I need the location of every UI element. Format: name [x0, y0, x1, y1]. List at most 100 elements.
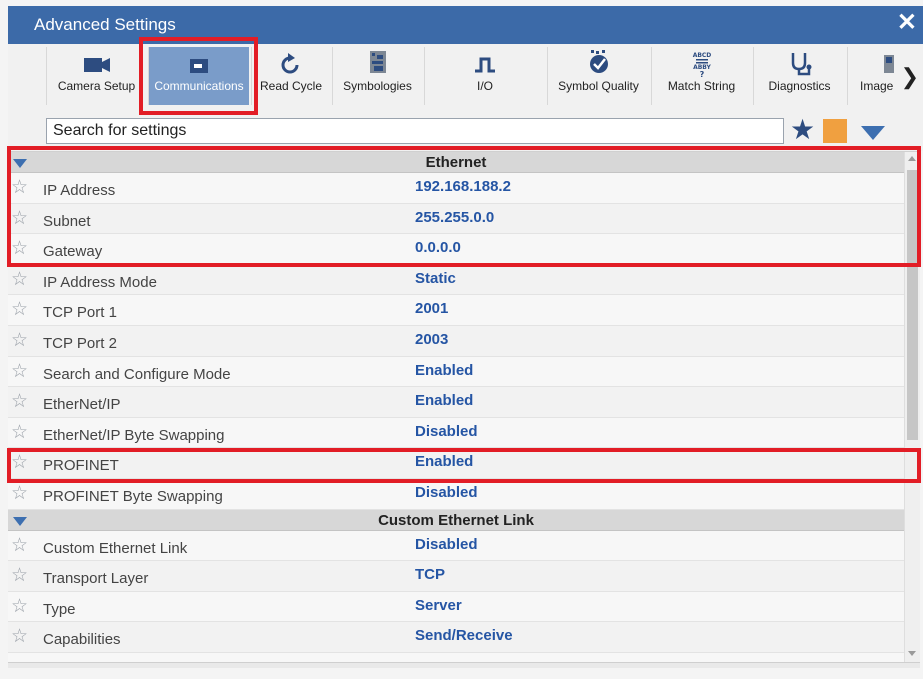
setting-row: ☆ Gateway 0.0.0.0: [8, 234, 920, 265]
chevron-right-icon[interactable]: ❯: [901, 64, 919, 90]
setting-name: Custom Ethernet Link: [43, 539, 188, 557]
setting-row: ☆ EtherNet/IP Byte Swapping Disabled: [8, 417, 920, 449]
star-outline-icon[interactable]: ☆: [11, 597, 28, 616]
star-icon[interactable]: ★: [790, 115, 815, 145]
scroll-up-arrow-icon[interactable]: [908, 156, 916, 161]
setting-value[interactable]: 2001: [415, 300, 448, 317]
setting-name: PROFINET Byte Swapping: [43, 487, 223, 505]
setting-row: ☆ Type Server: [8, 591, 920, 623]
window-title: Advanced Settings: [34, 15, 176, 34]
tab-label: Diagnostics: [768, 79, 831, 93]
setting-value[interactable]: 2003: [415, 331, 448, 348]
setting-row: ☆ Subnet 255.255.0.0: [8, 203, 920, 235]
tab-symbologies[interactable]: Symbologies: [332, 47, 422, 105]
setting-row: ☆ Search and Configure Mode Enabled: [8, 356, 920, 388]
setting-value[interactable]: Server: [415, 597, 462, 614]
setting-name: PROFINET: [43, 457, 119, 475]
star-outline-icon[interactable]: ☆: [11, 392, 28, 411]
setting-row: ☆ PROFINET Enabled: [8, 448, 920, 479]
tab-match-string[interactable]: ABCD ABBY ? Match String: [651, 47, 751, 105]
tab-symbol-quality[interactable]: Symbol Quality: [547, 47, 649, 105]
stethoscope-icon: [754, 47, 845, 79]
star-outline-icon[interactable]: ☆: [11, 362, 28, 381]
window-bottom-edge: [8, 662, 920, 668]
tab-label: Symbologies: [343, 79, 412, 93]
symbol-quality-icon: [548, 47, 649, 79]
setting-value[interactable]: Send/Receive: [415, 627, 513, 644]
setting-value[interactable]: Enabled: [415, 362, 473, 379]
setting-row: ☆ TCP Port 1 2001: [8, 295, 920, 326]
setting-value[interactable]: Disabled: [415, 536, 478, 553]
tab-camera-setup[interactable]: Camera Setup: [46, 47, 146, 105]
tab-image[interactable]: Image: [847, 47, 899, 105]
setting-row: ☆ Custom Ethernet Link Disabled: [8, 530, 920, 562]
match-string-icon: ABCD ABBY ?: [652, 47, 751, 79]
symbologies-icon: [333, 47, 422, 79]
setting-value[interactable]: TCP: [415, 566, 445, 583]
svg-text:ABCD: ABCD: [692, 52, 711, 59]
star-outline-icon[interactable]: ☆: [11, 453, 28, 472]
star-outline-icon[interactable]: ☆: [11, 270, 28, 289]
tab-label: Match String: [667, 79, 736, 93]
camera-icon: [47, 47, 146, 79]
setting-value[interactable]: Enabled: [415, 392, 473, 409]
svg-text:?: ?: [699, 70, 704, 79]
star-outline-icon[interactable]: ☆: [11, 300, 28, 319]
scrollbar-thumb[interactable]: [907, 170, 918, 440]
star-outline-icon[interactable]: ☆: [11, 209, 28, 228]
setting-row: ☆ EtherNet/IP Enabled: [8, 387, 920, 418]
orange-square-button[interactable]: [823, 119, 847, 143]
setting-name: Capabilities: [43, 631, 121, 649]
custom-ethernet-rows: ☆ Custom Ethernet Link Disabled ☆ Transport…: [8, 530, 920, 653]
setting-row: ☆ TCP Port 2 2003: [8, 325, 920, 357]
setting-name: IP Address: [43, 182, 116, 199]
star-outline-icon[interactable]: ☆: [11, 239, 28, 258]
section-header-ethernet[interactable]: Ethernet: [8, 152, 920, 173]
title-bar: Advanced Settings ✕: [8, 6, 923, 44]
close-icon[interactable]: ✕: [897, 11, 917, 35]
star-outline-icon[interactable]: ☆: [11, 484, 28, 503]
setting-value[interactable]: 192.168.188.2: [415, 178, 511, 195]
star-outline-icon[interactable]: ☆: [11, 566, 28, 585]
communications-icon: [149, 47, 249, 79]
setting-value[interactable]: Disabled: [415, 423, 478, 440]
setting-value[interactable]: Static: [415, 270, 456, 287]
read-cycle-icon: [252, 47, 330, 79]
scroll-down-arrow-icon[interactable]: [908, 651, 916, 656]
search-input[interactable]: [46, 118, 784, 144]
tab-communications[interactable]: Communications: [148, 47, 249, 105]
star-outline-icon[interactable]: ☆: [11, 627, 28, 646]
settings-grid: Ethernet ☆ IP Address 192.168.188.2 ☆ Subne…: [8, 151, 920, 662]
star-outline-icon[interactable]: ☆: [11, 423, 28, 442]
setting-value[interactable]: Enabled: [415, 453, 473, 470]
section-header-custom-ethernet-link[interactable]: Custom Ethernet Link: [8, 509, 920, 531]
tab-label: Read Cycle: [259, 79, 323, 93]
star-outline-icon[interactable]: ☆: [11, 178, 28, 197]
setting-name: TCP Port 2: [43, 334, 117, 352]
setting-row: ☆ Capabilities Send/Receive: [8, 622, 920, 653]
tab-io[interactable]: I/O: [424, 47, 545, 105]
setting-value[interactable]: 255.255.0.0: [415, 209, 494, 226]
tab-label: Camera Setup: [57, 79, 136, 93]
setting-name: Transport Layer: [43, 570, 149, 588]
setting-name: Search and Configure Mode: [43, 365, 231, 383]
section-title: Custom Ethernet Link: [378, 511, 534, 529]
star-outline-icon[interactable]: ☆: [11, 536, 28, 555]
setting-name: Gateway: [43, 243, 103, 261]
setting-name: IP Address Mode: [43, 273, 157, 291]
setting-value[interactable]: 0.0.0.0: [415, 239, 461, 256]
advanced-settings-window: Advanced Settings ✕ Camera Setup Communi…: [0, 0, 923, 679]
setting-value[interactable]: Disabled: [415, 484, 478, 501]
search-bar: ★: [8, 111, 923, 151]
setting-name: Subnet: [43, 212, 91, 230]
setting-name: EtherNet/IP Byte Swapping: [43, 426, 225, 444]
setting-name: Type: [43, 600, 76, 618]
tab-diagnostics[interactable]: Diagnostics: [753, 47, 845, 105]
dropdown-triangle-icon[interactable]: [861, 126, 885, 140]
vertical-scrollbar[interactable]: [904, 152, 920, 662]
setting-row: ☆ Transport Layer TCP: [8, 561, 920, 592]
tab-read-cycle[interactable]: Read Cycle: [251, 47, 330, 105]
image-icon: [848, 47, 899, 79]
category-toolbar: Camera Setup Communications Read Cycle S…: [8, 44, 923, 111]
star-outline-icon[interactable]: ☆: [11, 331, 28, 350]
